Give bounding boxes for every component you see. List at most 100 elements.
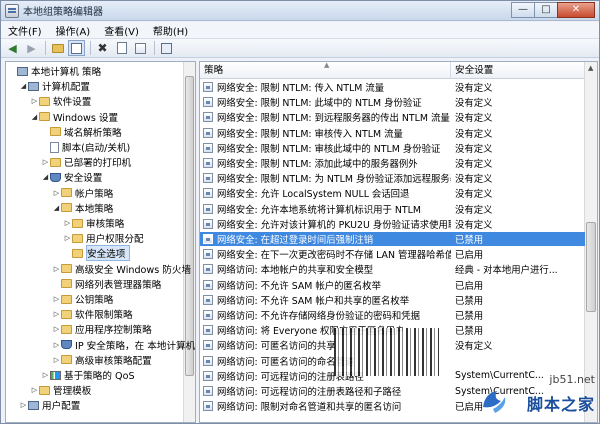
- tree-item[interactable]: ▷ 审核策略: [63, 216, 124, 230]
- tree-item[interactable]: ◢ 安全设置: [41, 170, 102, 184]
- table-row[interactable]: 网络安全: 限制 NTLM: 传入 NTLM 流量 没有定义: [200, 80, 585, 94]
- list-scroll-thumb[interactable]: [586, 222, 596, 312]
- folder-icon: [72, 218, 83, 228]
- title-bar[interactable]: 本地组策略编辑器 — □ ✕: [1, 1, 599, 21]
- tree-item[interactable]: ▷ 高级安全 Windows 防火墙: [52, 262, 191, 276]
- tree-item[interactable]: ▷ 应用程序控制策略: [52, 322, 152, 336]
- tree-expander-icon[interactable]: ▷: [52, 356, 61, 364]
- tree-scroll-thumb[interactable]: [185, 76, 194, 376]
- policy-cell: 网络安全: 限制 NTLM: 到远程服务器的传出 NTLM 流量: [200, 110, 451, 124]
- tree-expander-icon[interactable]: ▷: [52, 310, 61, 318]
- tree-expander-icon[interactable]: ◢: [30, 113, 39, 121]
- policy-name: 网络访问: 不允许 SAM 帐户的匿名枚举: [217, 280, 381, 292]
- table-row[interactable]: 网络安全: 限制 NTLM: 审核此域中的 NTLM 身份验证 没有定义: [200, 141, 585, 155]
- tree-item[interactable]: ▷ IP 安全策略，在 本地计算机: [52, 338, 195, 352]
- table-row[interactable]: 网络访问: 本地帐户的共享和安全模型 经典 - 对本地用户进行...: [200, 262, 585, 276]
- tree-expander-icon[interactable]: ▷: [30, 386, 39, 394]
- tree-item[interactable]: ▷ 管理模板: [30, 383, 91, 397]
- tree-expander-icon[interactable]: ▷: [52, 295, 61, 303]
- forward-arrow-icon[interactable]: ▶: [23, 40, 40, 56]
- menu-action[interactable]: 操作(A): [49, 23, 98, 38]
- tree-expander-icon[interactable]: ▷: [52, 265, 61, 273]
- folder-icon: [61, 279, 72, 289]
- tree-item[interactable]: 域名解析策略: [41, 125, 122, 139]
- table-row[interactable]: 网络访问: 不允许 SAM 帐户的匿名枚举 已启用: [200, 278, 585, 292]
- tree-item-label: Windows 设置: [53, 112, 119, 124]
- maximize-button[interactable]: □: [534, 2, 558, 18]
- column-header-setting[interactable]: 安全设置: [451, 62, 585, 79]
- policy-cell: 网络安全: 在下一次更改密码时不存储 LAN 管理器哈希值: [200, 247, 451, 261]
- table-row[interactable]: 网络安全: 限制 NTLM: 添加此域中的服务器例外 没有定义: [200, 156, 585, 170]
- tree-expander-icon[interactable]: ▷: [30, 97, 39, 105]
- menu-view[interactable]: 查看(V): [97, 23, 146, 38]
- table-row[interactable]: 网络安全: 允许对该计算机的 PKU2U 身份验证请求使用联... 没有定义: [200, 217, 585, 231]
- tree-scrollbar[interactable]: [183, 62, 195, 422]
- table-row[interactable]: 网络安全: 允许本地系统将计算机标识用于 NTLM 没有定义: [200, 202, 585, 216]
- tree-item[interactable]: ▷ 已部署的打印机: [41, 155, 131, 169]
- watermark: jb51.net 脚本之家: [521, 371, 599, 421]
- tree-item[interactable]: ◢ Windows 设置: [30, 110, 118, 124]
- table-row[interactable]: 网络安全: 在超过登录时间后强制注销 已禁用: [200, 232, 585, 246]
- tree-expander-icon[interactable]: ▷: [41, 371, 50, 379]
- menu-file[interactable]: 文件(F): [1, 23, 49, 38]
- table-row[interactable]: 网络安全: 限制 NTLM: 审核传入 NTLM 流量 没有定义: [200, 126, 585, 140]
- tree-expander-icon[interactable]: ▷: [19, 401, 28, 409]
- policy-setting-icon: [203, 188, 213, 199]
- tree-expander-icon[interactable]: ▷: [41, 158, 50, 166]
- tree-item-label: 用户配置: [42, 401, 81, 413]
- policy-cell: 网络访问: 不允许存储网络身份验证的密码和凭据: [200, 308, 451, 322]
- tree-expander-icon[interactable]: ◢: [41, 173, 50, 181]
- properties-icon[interactable]: [113, 40, 130, 56]
- tree-item[interactable]: ▷ 用户配置: [19, 398, 80, 412]
- tree-item[interactable]: ▷ 软件限制策略: [52, 307, 133, 321]
- table-row[interactable]: 网络安全: 限制 NTLM: 为 NTLM 身份验证添加远程服务器... 没有定义: [200, 171, 585, 185]
- delete-icon[interactable]: ✖: [94, 40, 111, 56]
- console-tree[interactable]: 本地计算机 策略 ◢ 计算机配置 ▷ 软件设置 ◢ Windows 设置 域名解析策略 脚本(启…: [5, 61, 196, 423]
- sort-caret-icon: ▲: [324, 61, 330, 69]
- minimize-button[interactable]: —: [511, 2, 535, 18]
- column-header-policy[interactable]: ▲ 策略: [200, 62, 451, 79]
- tree-item[interactable]: 脚本(启动/关机): [41, 140, 130, 154]
- scroll-up-icon[interactable]: ▲: [588, 64, 593, 72]
- policy-name: 网络安全: 限制 NTLM: 添加此域中的服务器例外: [217, 159, 418, 170]
- tree-expander-icon[interactable]: ◢: [19, 82, 28, 90]
- tree-expander-icon[interactable]: ▷: [52, 341, 61, 349]
- folder-icon: [50, 127, 61, 137]
- folder-icon: [61, 309, 72, 319]
- tree-item[interactable]: ◢ 计算机配置: [19, 79, 90, 93]
- close-button[interactable]: ✕: [557, 2, 595, 18]
- table-row[interactable]: 网络安全: 限制 NTLM: 到远程服务器的传出 NTLM 流量 没有定义: [200, 110, 585, 124]
- chart-icon: [50, 370, 61, 380]
- list-scrollbar[interactable]: ▲: [584, 62, 597, 422]
- tree-item[interactable]: 安全选项: [63, 245, 131, 262]
- tree-item[interactable]: ▷ 帐户策略: [52, 186, 113, 200]
- tree-expander-icon[interactable]: ◢: [52, 204, 61, 212]
- tree-item-label: 已部署的打印机: [64, 158, 132, 170]
- tree-item[interactable]: 网络列表管理器策略: [52, 277, 161, 291]
- folder-icon: [72, 248, 83, 258]
- tree-item[interactable]: ▷ 高级审核策略配置: [52, 353, 152, 367]
- back-arrow-icon[interactable]: ◀: [4, 40, 21, 56]
- tree-item[interactable]: ▷ 基于策略的 QoS: [41, 368, 135, 382]
- tree-expander-icon[interactable]: ▷: [63, 219, 72, 227]
- tree-item[interactable]: ◢ 本地策略: [52, 201, 113, 215]
- up-folder-icon[interactable]: [49, 40, 66, 56]
- table-row[interactable]: 网络安全: 限制 NTLM: 此域中的 NTLM 身份验证 没有定义: [200, 95, 585, 109]
- tree-item[interactable]: ▷ 公钥策略: [52, 292, 113, 306]
- tree-item[interactable]: ▷ 用户权限分配: [63, 231, 144, 245]
- tree-expander-icon[interactable]: ▷: [52, 189, 61, 197]
- table-row[interactable]: 网络访问: 不允许 SAM 帐户和共享的匿名枚举 已禁用: [200, 293, 585, 307]
- policy-setting-icon: [203, 325, 213, 336]
- help-icon[interactable]: [158, 40, 175, 56]
- tree-expander-icon[interactable]: ▷: [52, 325, 61, 333]
- security-setting-cell: 没有定义: [455, 189, 493, 201]
- table-row[interactable]: 网络安全: 在下一次更改密码时不存储 LAN 管理器哈希值 已启用: [200, 247, 585, 261]
- export-list-icon[interactable]: [132, 40, 149, 56]
- tree-expander-icon[interactable]: ▷: [63, 234, 72, 242]
- menu-help[interactable]: 帮助(H): [146, 23, 195, 38]
- table-row[interactable]: 网络访问: 不允许存储网络身份验证的密码和凭据 已禁用: [200, 308, 585, 322]
- table-row[interactable]: 网络安全: 允许 LocalSystem NULL 会话回退 没有定义: [200, 186, 585, 200]
- tree-item[interactable]: 本地计算机 策略: [8, 64, 101, 78]
- show-tree-icon[interactable]: [68, 40, 85, 56]
- tree-item[interactable]: ▷ 软件设置: [30, 94, 91, 108]
